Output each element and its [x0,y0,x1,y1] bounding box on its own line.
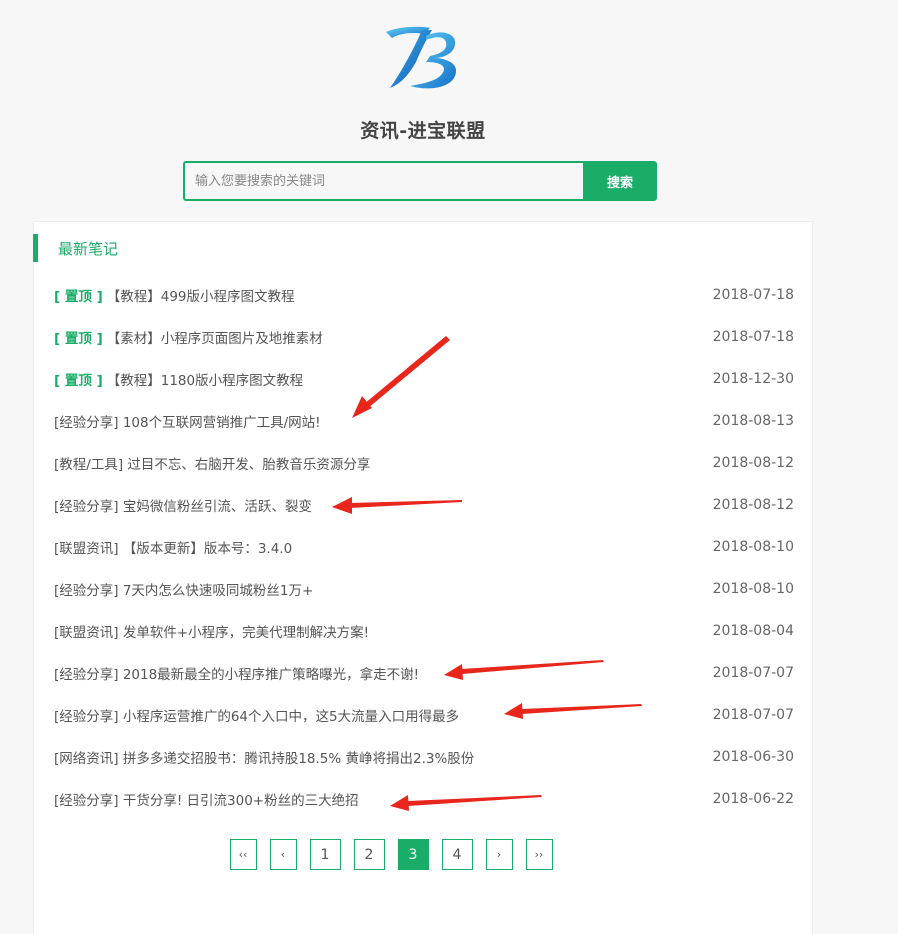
note-row[interactable]: [ 置顶 ] 【教程】499版小程序图文教程 2018-07-18 [54,274,794,316]
note-title-link[interactable]: [经验分享] 宝妈微信粉丝引流、活跃、裂变 [54,495,312,515]
note-date: 2018-12-30 [712,371,794,387]
note-date: 2018-08-04 [712,623,794,639]
page-button-4[interactable]: 4 [441,839,473,870]
pinned-badge: [ 置顶 ] [54,373,103,389]
note-title-link[interactable]: 【教程】499版小程序图文教程 [107,285,295,305]
note-row-left: [经验分享] 宝妈微信粉丝引流、活跃、裂变 [54,495,312,515]
note-row[interactable]: [联盟资讯] 【版本更新】版本号：3.4.0 2018-08-10 [54,526,794,568]
note-title-link[interactable]: [联盟资讯] 【版本更新】版本号：3.4.0 [54,537,292,557]
notes-list: [ 置顶 ] 【教程】499版小程序图文教程 2018-07-18[ 置顶 ] 【素材… [54,274,794,820]
section-header: 最新笔记 [33,234,119,262]
page: 资讯-进宝联盟 搜索 最新笔记 [ 置顶 ]【教程】499版小程序图文教程201… [0,0,898,934]
page-prev-button[interactable]: ‹ [269,839,297,870]
page-button-3-current[interactable]: 3 [397,839,429,870]
note-title-link[interactable]: [联盟资讯] 发单软件+小程序，完美代理制解决方案! [54,621,369,641]
note-row[interactable]: [教程/工具] 过目不忘、右脑开发、胎教音乐资源分享 2018-08-12 [54,442,794,484]
site-logo[interactable] [380,22,464,94]
note-row[interactable]: [经验分享] 108个互联网营销推广工具/网站! 2018-08-13 [54,400,794,442]
note-date: 2018-07-07 [712,665,794,681]
pinned-badge: [ 置顶 ] [54,289,103,305]
note-date: 2018-08-13 [712,413,794,429]
note-date: 2018-07-18 [712,287,794,303]
note-title-link[interactable]: [经验分享] 2018最新最全的小程序推广策略曝光，拿走不谢! [54,663,419,683]
note-title-link[interactable]: 【素材】小程序页面图片及地推素材 [107,327,323,347]
note-row[interactable]: [经验分享] 干货分享! 日引流300+粉丝的三大绝招 2018-06-22 [54,778,794,820]
note-row[interactable]: [ 置顶 ] 【素材】小程序页面图片及地推素材 2018-07-18 [54,316,794,358]
note-date: 2018-07-07 [712,707,794,723]
note-row-left: [联盟资讯] 【版本更新】版本号：3.4.0 [54,537,292,557]
note-row-left: [经验分享] 108个互联网营销推广工具/网站! [54,411,321,431]
pinned-badge: [ 置顶 ] [54,331,103,347]
note-row-left: [ 置顶 ] 【教程】499版小程序图文教程 [54,285,295,305]
note-row[interactable]: [网络资讯] 拼多多递交招股书：腾讯持股18.5% 黄峥将捐出2.3%股份 201… [54,736,794,778]
section-title: 最新笔记 [58,239,119,258]
page-first-button[interactable]: ‹‹ [229,839,257,870]
note-row[interactable]: [ 置顶 ] 【教程】1180版小程序图文教程 2018-12-30 [54,358,794,400]
note-title-link[interactable]: [经验分享] 7天内怎么快速吸同城粉丝1万+ [54,579,313,599]
section-accent-bar [33,234,38,262]
note-row[interactable]: [经验分享] 7天内怎么快速吸同城粉丝1万+ 2018-08-10 [54,568,794,610]
note-row-left: [网络资讯] 拼多多递交招股书：腾讯持股18.5% 黄峥将捐出2.3%股份 [54,747,474,767]
note-title-link[interactable]: 【教程】1180版小程序图文教程 [107,369,303,389]
note-date: 2018-08-10 [712,539,794,555]
note-row[interactable]: [经验分享] 宝妈微信粉丝引流、活跃、裂变 2018-08-12 [54,484,794,526]
page-next-button[interactable]: › [485,839,513,870]
notes-card: 最新笔记 [ 置顶 ] 【教程】499版小程序图文教程 2018-07-18[ 置顶… [33,221,813,934]
search-bar: 搜索 [183,161,657,201]
note-row-left: [经验分享] 7天内怎么快速吸同城粉丝1万+ [54,579,313,599]
pagination: ‹‹ ‹ 1 2 3 4 › ›› [1,839,781,870]
note-row-left: [教程/工具] 过目不忘、右脑开发、胎教音乐资源分享 [54,453,370,473]
note-row[interactable]: [经验分享] 2018最新最全的小程序推广策略曝光，拿走不谢! 2018-07-0… [54,652,794,694]
note-date: 2018-06-22 [712,791,794,807]
note-row-left: [经验分享] 小程序运营推广的64个入口中，这5大流量入口用得最多 [54,705,459,725]
note-title-link[interactable]: [网络资讯] 拼多多递交招股书：腾讯持股18.5% 黄峥将捐出2.3%股份 [54,747,474,767]
note-row[interactable]: [联盟资讯] 发单软件+小程序，完美代理制解决方案! 2018-08-04 [54,610,794,652]
note-date: 2018-07-18 [712,329,794,345]
note-row-left: [ 置顶 ] 【教程】1180版小程序图文教程 [54,369,303,389]
note-title-link[interactable]: [经验分享] 108个互联网营销推广工具/网站! [54,411,321,431]
note-row-left: [ 置顶 ] 【素材】小程序页面图片及地推素材 [54,327,323,347]
note-date: 2018-08-12 [712,497,794,513]
note-row[interactable]: [经验分享] 小程序运营推广的64个入口中，这5大流量入口用得最多 2018-07… [54,694,794,736]
page-button-2[interactable]: 2 [353,839,385,870]
note-date: 2018-08-12 [712,455,794,471]
site-title: 资讯-进宝联盟 [360,120,486,142]
page-button-1[interactable]: 1 [309,839,341,870]
note-row-left: [经验分享] 2018最新最全的小程序推广策略曝光，拿走不谢! [54,663,419,683]
note-row-left: [联盟资讯] 发单软件+小程序，完美代理制解决方案! [54,621,369,641]
note-date: 2018-08-10 [712,581,794,597]
note-title-link[interactable]: [教程/工具] 过目不忘、右脑开发、胎教音乐资源分享 [54,453,370,473]
search-input[interactable] [183,161,583,201]
note-title-link[interactable]: [经验分享] 小程序运营推广的64个入口中，这5大流量入口用得最多 [54,705,459,725]
note-row-left: [经验分享] 干货分享! 日引流300+粉丝的三大绝招 [54,789,359,809]
note-date: 2018-06-30 [712,749,794,765]
search-button[interactable]: 搜索 [583,161,657,201]
page-last-button[interactable]: ›› [525,839,553,870]
note-title-link[interactable]: [经验分享] 干货分享! 日引流300+粉丝的三大绝招 [54,789,359,809]
